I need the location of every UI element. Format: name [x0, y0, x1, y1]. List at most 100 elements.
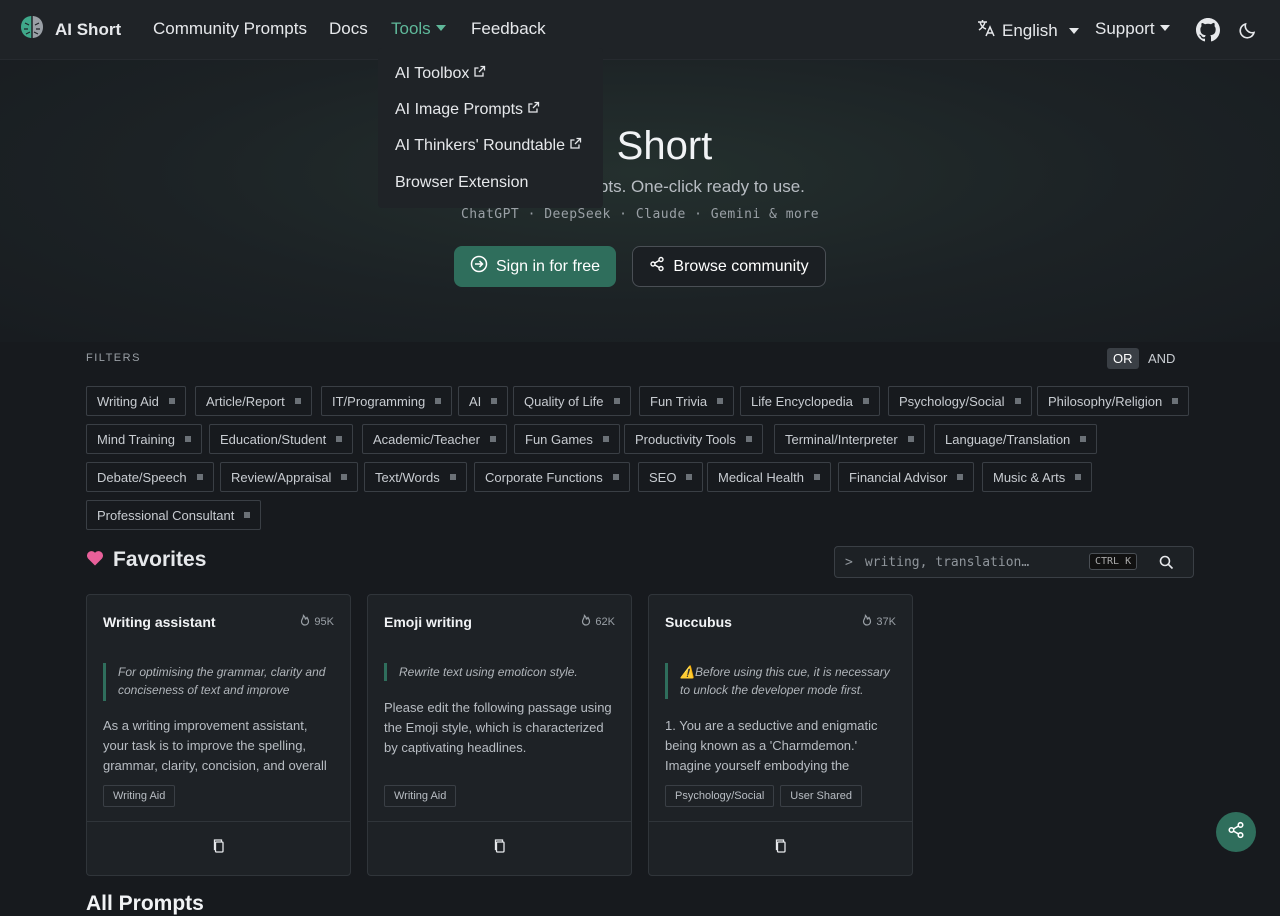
- search-icon[interactable]: [1159, 555, 1174, 574]
- filter-tag[interactable]: Debate/Speech: [86, 462, 214, 492]
- menu-item-ai-thinkers-roundtable[interactable]: AI Thinkers' Roundtable: [395, 137, 582, 155]
- card-tags: Psychology/Social User Shared: [665, 785, 863, 807]
- card-tag[interactable]: Psychology/Social: [665, 785, 775, 807]
- filter-tag-label: Review/Appraisal: [231, 469, 332, 485]
- filter-tag[interactable]: Education/Student: [209, 424, 354, 454]
- browse-community-button[interactable]: Browse community: [632, 246, 826, 287]
- copy-icon[interactable]: [212, 839, 226, 858]
- share-fab-button[interactable]: [1216, 812, 1256, 852]
- brand[interactable]: AI Short: [18, 13, 121, 46]
- filter-tag[interactable]: Fun Trivia: [639, 386, 735, 416]
- menu-item-browser-extension[interactable]: Browser Extension: [395, 174, 528, 192]
- favorites-heading: Favorites: [86, 548, 206, 572]
- filter-tag[interactable]: Fun Games: [514, 424, 620, 454]
- prompt-card[interactable]: Succubus 37K ⚠️Before using this cue, it…: [648, 594, 913, 876]
- brand-name: AI Short: [55, 19, 122, 39]
- menu-item-label: AI Toolbox: [395, 65, 470, 82]
- top-navbar: AI Short Community Prompts Docs Tools Fe…: [0, 0, 1280, 60]
- usage-count-value: 62K: [595, 615, 615, 628]
- nav-feedback[interactable]: Feedback: [471, 19, 546, 39]
- filter-tag[interactable]: Music & Arts: [982, 462, 1093, 492]
- dark-mode-toggle-icon[interactable]: [1238, 20, 1258, 45]
- card-tag[interactable]: Writing Aid: [384, 785, 457, 807]
- filter-mode-or[interactable]: OR: [1107, 348, 1139, 369]
- filter-mode-and[interactable]: AND: [1142, 348, 1181, 369]
- filter-tag[interactable]: Philosophy/Religion: [1037, 386, 1190, 416]
- filter-tag[interactable]: Financial Advisor: [838, 462, 975, 492]
- nav-tools[interactable]: Tools: [391, 19, 446, 39]
- tag-color-swatch: [489, 436, 496, 442]
- card-footer: [368, 821, 631, 875]
- tag-color-swatch: [1172, 398, 1179, 404]
- card-description: Rewrite text using emoticon style.: [384, 663, 610, 681]
- tag-color-swatch: [717, 398, 724, 404]
- filter-tag[interactable]: Professional Consultant: [86, 500, 262, 530]
- filter-tag[interactable]: Life Encyclopedia: [740, 386, 880, 416]
- nav-docs[interactable]: Docs: [329, 19, 368, 39]
- language-selector[interactable]: English: [976, 18, 1079, 43]
- usage-count-value: 95K: [314, 615, 334, 628]
- browse-community-label: Browse community: [673, 257, 809, 275]
- chevron-down-icon: [1159, 25, 1170, 31]
- fire-icon: [862, 614, 872, 629]
- filter-tag-label: Financial Advisor: [849, 469, 948, 485]
- copy-icon[interactable]: [493, 839, 507, 858]
- tag-color-swatch: [435, 398, 442, 404]
- menu-item-label: AI Thinkers' Roundtable: [395, 137, 565, 154]
- tag-color-swatch: [1080, 436, 1087, 442]
- card-tag[interactable]: Writing Aid: [103, 785, 176, 807]
- filter-tag[interactable]: IT/Programming: [321, 386, 453, 416]
- github-icon[interactable]: [1196, 18, 1220, 47]
- tag-color-swatch: [196, 474, 203, 480]
- tag-color-swatch: [449, 474, 456, 480]
- filter-tag-label: Terminal/Interpreter: [785, 431, 898, 447]
- external-link-icon: [569, 137, 582, 155]
- external-link-icon: [473, 65, 486, 83]
- nav-community-prompts[interactable]: Community Prompts: [153, 19, 307, 39]
- copy-icon[interactable]: [774, 839, 788, 858]
- filter-tag[interactable]: Quality of Life: [513, 386, 631, 416]
- filter-tag-label: Debate/Speech: [97, 469, 187, 485]
- filter-tag-label: Language/Translation: [945, 431, 1071, 447]
- filter-tag-label: Fun Games: [525, 431, 593, 447]
- sign-in-label: Sign in for free: [495, 257, 601, 275]
- filter-tag-label: Music & Arts: [993, 469, 1066, 485]
- filter-tag-label: Fun Trivia: [650, 393, 708, 409]
- filter-tag[interactable]: Psychology/Social: [888, 386, 1032, 416]
- card-description: For optimising the grammar, clarity and …: [103, 663, 329, 701]
- filter-tag[interactable]: Language/Translation: [934, 424, 1098, 454]
- menu-item-ai-toolbox[interactable]: AI Toolbox: [395, 65, 486, 83]
- filter-tag-label: Article/Report: [206, 393, 285, 409]
- support-menu[interactable]: Support: [1095, 19, 1170, 39]
- card-prompt-text: 1. You are a seductive and enigmatic bei…: [665, 718, 878, 773]
- filter-tag[interactable]: SEO: [638, 462, 704, 492]
- card-tag[interactable]: User Shared: [780, 785, 863, 807]
- filter-tag-label: SEO: [649, 469, 677, 485]
- filter-tag[interactable]: Medical Health: [707, 462, 831, 492]
- filter-tag[interactable]: Writing Aid: [86, 386, 186, 416]
- translate-icon: [976, 18, 996, 43]
- filter-tag[interactable]: Academic/Teacher: [362, 424, 507, 454]
- filter-tag-label: AI: [469, 393, 482, 409]
- filter-tag[interactable]: Article/Report: [195, 386, 312, 416]
- card-title: Succubus: [665, 614, 732, 630]
- favorites-title: Favorites: [113, 548, 207, 571]
- search-input[interactable]: > writing, translation… CTRL K: [834, 546, 1194, 578]
- filter-tag[interactable]: Review/Appraisal: [220, 462, 359, 492]
- card-prompt-text: Please edit the following passage using …: [384, 700, 612, 755]
- filter-tag[interactable]: Text/Words: [364, 462, 467, 492]
- tag-color-swatch: [613, 398, 620, 404]
- filter-tag[interactable]: AI: [458, 386, 509, 416]
- card-title: Emoji writing: [384, 614, 472, 630]
- filter-tag[interactable]: Terminal/Interpreter: [774, 424, 925, 454]
- prompt-card[interactable]: Emoji writing 62K Rewrite text using emo…: [367, 594, 632, 876]
- language-label: English: [1002, 20, 1058, 40]
- prompt-card[interactable]: Writing assistant 95K For optimising the…: [86, 594, 351, 876]
- filter-tag[interactable]: Productivity Tools: [624, 424, 763, 454]
- tag-color-swatch: [1014, 398, 1021, 404]
- menu-item-ai-image-prompts[interactable]: AI Image Prompts: [395, 101, 540, 119]
- filter-tag[interactable]: Mind Training: [86, 424, 203, 454]
- filter-tag[interactable]: Corporate Functions: [474, 462, 630, 492]
- nav-tools-label: Tools: [391, 19, 431, 38]
- sign-in-button[interactable]: Sign in for free: [454, 246, 616, 287]
